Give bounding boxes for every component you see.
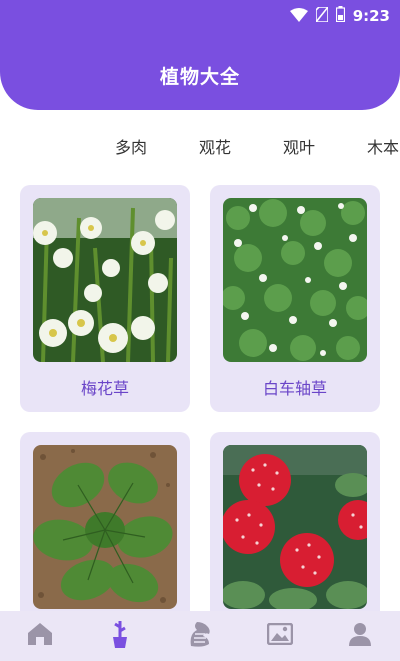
status-icons: 9:23 [289, 5, 390, 27]
bottom-nav [0, 611, 400, 661]
white-clover-photo [223, 198, 367, 362]
plant-card[interactable] [20, 432, 190, 632]
nav-home[interactable] [0, 611, 80, 661]
plant-name: 白车轴草 [262, 379, 327, 398]
battery-icon [335, 6, 345, 26]
nav-plants[interactable] [80, 611, 160, 661]
tab-flowering[interactable]: 观花 [199, 134, 231, 158]
gallery-icon [266, 622, 294, 649]
plant-card[interactable]: 梅花草 [20, 185, 190, 412]
status-time: 9:23 [352, 7, 390, 25]
nav-gallery[interactable] [240, 611, 320, 661]
page-title: 植物大全 [159, 66, 240, 88]
rosette-leaf-photo [33, 445, 177, 609]
tab-succulent[interactable]: 多肉 [115, 134, 147, 158]
dragon-icon [187, 620, 213, 652]
status-bar: 9:23 [0, 0, 400, 32]
white-flower-photo [33, 198, 177, 362]
plant-card[interactable] [210, 432, 380, 632]
app-header: 植物大全 [0, 32, 400, 110]
nav-profile[interactable] [320, 611, 400, 661]
wild-strawberry-photo [223, 445, 367, 609]
tab-foliage[interactable]: 观叶 [283, 134, 315, 158]
category-tabs: 多肉 观花 观叶 木本 [0, 134, 400, 160]
nav-dragon[interactable] [160, 611, 240, 661]
no-sim-icon [314, 5, 329, 26]
home-icon [27, 622, 53, 650]
wifi-icon [289, 7, 308, 26]
tab-woody[interactable]: 木本 [367, 134, 399, 158]
potted-plant-icon [110, 619, 130, 653]
user-icon [349, 622, 371, 650]
app-screen: 9:23 植物大全 多肉 观花 观叶 木本 梅花草 白车轴草 [0, 0, 400, 661]
plant-card[interactable]: 白车轴草 [210, 185, 380, 412]
plant-name: 梅花草 [80, 379, 129, 398]
